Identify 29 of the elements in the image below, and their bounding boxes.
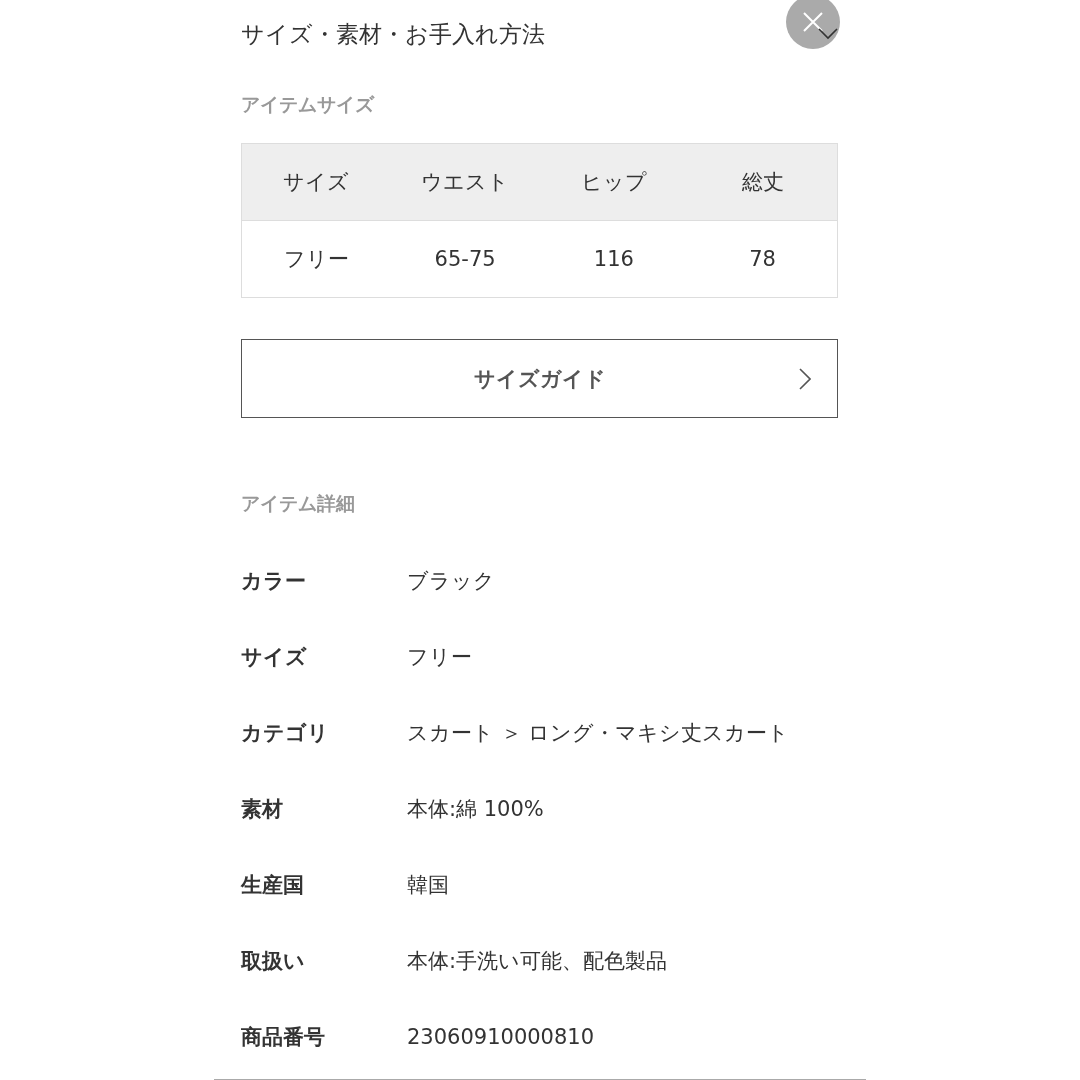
- chevron-right-icon: [799, 368, 811, 390]
- close-icon: [803, 12, 823, 32]
- column-header: 総丈: [740, 169, 785, 196]
- detail-value: スカート ＞ ロング・マキシ丈スカート: [407, 720, 790, 747]
- detail-label: 素材: [241, 796, 284, 823]
- detail-label: 商品番号: [241, 1024, 326, 1051]
- detail-value: 本体:手洗い可能、配色製品: [407, 948, 668, 975]
- detail-label: カテゴリ: [241, 720, 330, 747]
- chevron-down-icon[interactable]: [818, 28, 838, 40]
- detail-label: サイズ: [241, 644, 308, 671]
- section-heading: アイテム詳細: [241, 491, 356, 516]
- detail-value: ブラック: [407, 568, 495, 595]
- table-cell-text: 78: [748, 247, 777, 271]
- detail-label: カラー: [241, 568, 307, 595]
- detail-value: 23060910000810: [407, 1025, 595, 1049]
- column-header: ヒップ: [579, 169, 648, 196]
- section-title: サイズ・素材・お手入れ方法: [241, 19, 545, 49]
- table-cell-text: 65-75: [433, 247, 497, 271]
- column-header: サイズ: [282, 169, 351, 196]
- detail-value: 本体:綿 100%: [407, 796, 544, 823]
- detail-value: 韓国: [407, 872, 449, 899]
- size-guide-button[interactable]: サイズガイド: [241, 339, 838, 418]
- detail-value: フリー: [407, 644, 472, 671]
- table-cell-text: フリー: [282, 246, 350, 273]
- column-header: ウエスト: [420, 169, 511, 196]
- section-heading: アイテムサイズ: [241, 92, 376, 117]
- table-cell-text: 116: [592, 247, 635, 271]
- detail-label: 生産国: [241, 872, 305, 899]
- detail-label: 取扱い: [241, 948, 306, 975]
